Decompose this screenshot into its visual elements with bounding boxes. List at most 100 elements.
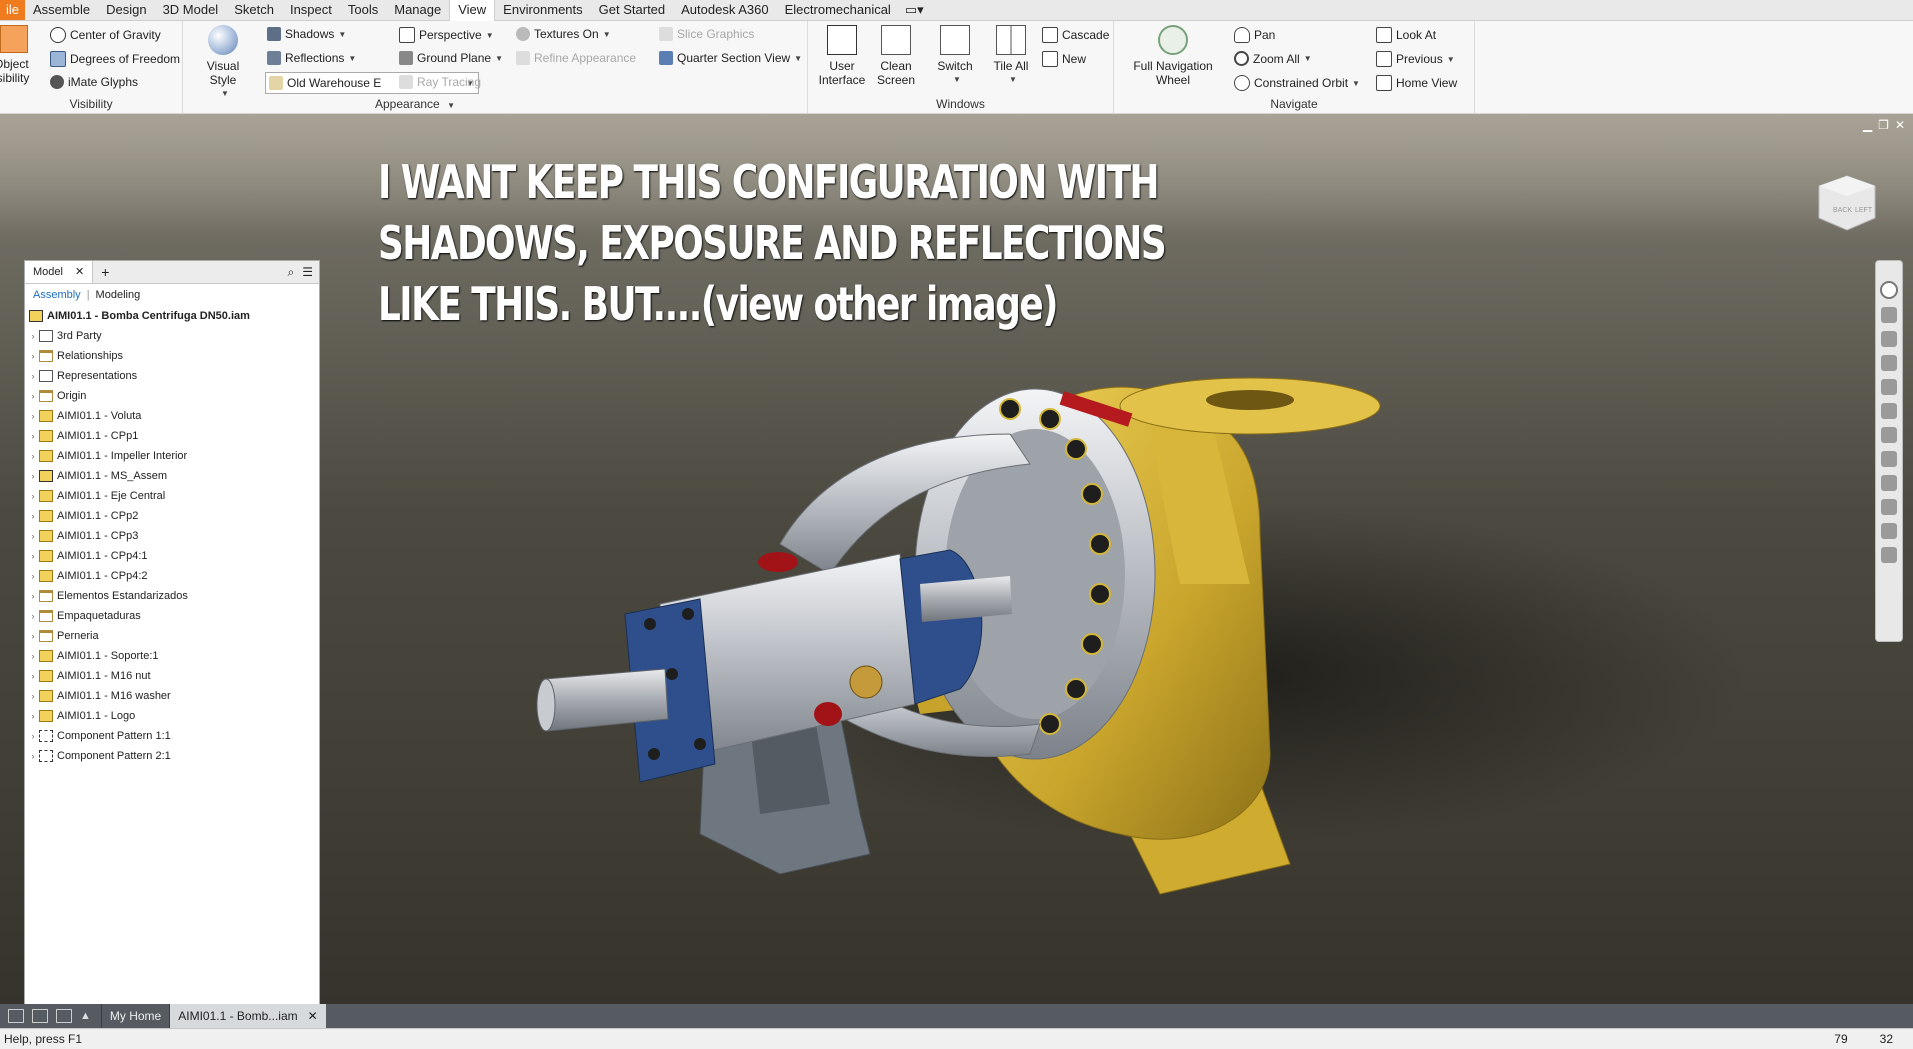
zoom-window-icon[interactable] xyxy=(1881,403,1897,419)
expand-chevron-icon[interactable]: › xyxy=(27,711,39,721)
tree-item[interactable]: › AIMI01.1 - CPp4:2 xyxy=(27,566,319,586)
zoom-all-button[interactable]: Zoom All ▼ xyxy=(1234,51,1312,66)
tree-item[interactable]: › AIMI01.1 - Eje Central xyxy=(27,486,319,506)
previous-view-button[interactable]: Previous ▼ xyxy=(1376,51,1455,67)
tree-item[interactable]: › Component Pattern 2:1 xyxy=(27,746,319,766)
menu-tab-manage[interactable]: Manage xyxy=(386,0,449,20)
menu-tab-view[interactable]: View xyxy=(449,0,496,21)
tree-item[interactable]: › AIMI01.1 - MS_Assem xyxy=(27,466,319,486)
perspective-button[interactable]: Perspective ▼ xyxy=(399,27,494,43)
expand-chevron-icon[interactable]: › xyxy=(27,371,39,381)
expand-chevron-icon[interactable]: › xyxy=(27,411,39,421)
expand-chevron-icon[interactable]: › xyxy=(27,591,39,601)
slice-graphics-button[interactable]: Slice Graphics xyxy=(659,27,754,41)
expand-chevron-icon[interactable]: › xyxy=(27,491,39,501)
pan-button[interactable]: Pan xyxy=(1234,27,1275,43)
ribbon-options-icon[interactable]: ▭▾ xyxy=(899,0,930,20)
expand-chevron-icon[interactable]: › xyxy=(27,731,39,741)
expand-chevron-icon[interactable]: › xyxy=(27,431,39,441)
new-window-button[interactable]: New xyxy=(1042,51,1086,67)
clean-screen-button[interactable]: Clean Screen xyxy=(872,25,920,87)
expand-chevron-icon[interactable]: › xyxy=(27,651,39,661)
tree-item[interactable]: › AIMI01.1 - M16 washer xyxy=(27,686,319,706)
menu-tab-autodesk-a360[interactable]: Autodesk A360 xyxy=(673,0,776,20)
menu-tab-inspect[interactable]: Inspect xyxy=(282,0,340,20)
expand-chevron-icon[interactable]: › xyxy=(27,331,39,341)
reflections-button[interactable]: Reflections ▼ xyxy=(267,51,356,65)
tree-item[interactable]: › 3rd Party xyxy=(27,326,319,346)
next-arrow-icon[interactable] xyxy=(1881,499,1897,515)
switch-button[interactable]: Switch ▼ xyxy=(930,25,980,87)
tree-item[interactable]: › AIMI01.1 - CPp4:1 xyxy=(27,546,319,566)
refine-appearance-button[interactable]: Refine Appearance xyxy=(516,51,636,65)
close-icon[interactable]: ✕ xyxy=(75,261,84,283)
object-visibility-button[interactable]: Object isibility xyxy=(0,25,36,85)
menu-tab-assemble[interactable]: Assemble xyxy=(25,0,98,20)
view-cube[interactable]: BACK LEFT xyxy=(1813,170,1881,234)
expand-chevron-icon[interactable]: › xyxy=(27,611,39,621)
subtab-modeling[interactable]: Modeling xyxy=(96,289,141,301)
tree-item[interactable]: › AIMI01.1 - M16 nut xyxy=(27,666,319,686)
search-icon[interactable]: ⌕ xyxy=(288,265,295,280)
tree-item[interactable]: › AIMI01.1 - CPp3 xyxy=(27,526,319,546)
tree-item[interactable]: › AIMI01.1 - CPp1 xyxy=(27,426,319,446)
zoom-selected-icon[interactable] xyxy=(1881,427,1897,443)
expand-chevron-icon[interactable]: › xyxy=(27,751,39,761)
doc-tab-home[interactable]: My Home xyxy=(100,1004,169,1028)
expand-chevron-icon[interactable]: › xyxy=(27,551,39,561)
ground-plane-button[interactable]: Ground Plane ▼ xyxy=(399,51,503,65)
tile-view-icon[interactable] xyxy=(8,1009,24,1023)
menu-tab-electromechanical[interactable]: Electromechanical xyxy=(777,0,899,20)
graphics-viewport[interactable]: ▁ ❐ ✕ I WANT KEEP THIS CONFIGURATION WIT… xyxy=(0,114,1913,1004)
tree-item[interactable]: › AIMI01.1 - Logo xyxy=(27,706,319,726)
tree-item[interactable]: › AIMI01.1 - Soporte:1 xyxy=(27,646,319,666)
expand-chevron-icon[interactable]: › xyxy=(27,631,39,641)
list-view-icon[interactable] xyxy=(32,1009,48,1023)
menu-tab-sketch[interactable]: Sketch xyxy=(226,0,282,20)
expand-chevron-icon[interactable]: › xyxy=(27,671,39,681)
tab-menu-icon[interactable]: ▲ xyxy=(80,1010,91,1022)
tree-item[interactable]: › AIMI01.1 - Impeller Interior xyxy=(27,446,319,466)
expand-chevron-icon[interactable]: › xyxy=(27,531,39,541)
degrees-of-freedom-button[interactable]: Degrees of Freedom xyxy=(50,51,180,67)
previous-arrow-icon[interactable] xyxy=(1881,475,1897,491)
orbit-icon-nav[interactable] xyxy=(1881,355,1897,371)
tree-root[interactable]: AIMI01.1 - Bomba Centrifuga DN50.iam xyxy=(27,306,319,326)
tree-item[interactable]: › Elementos Estandarizados xyxy=(27,586,319,606)
menu-icon[interactable]: ☰ xyxy=(302,265,313,280)
center-icon[interactable] xyxy=(1881,547,1897,563)
menu-tab-environments[interactable]: Environments xyxy=(495,0,590,20)
home-view-button[interactable]: Home View xyxy=(1376,75,1457,91)
tree-item[interactable]: › Relationships xyxy=(27,346,319,366)
split-view-icon[interactable] xyxy=(56,1009,72,1023)
menu-tab-design[interactable]: Design xyxy=(98,0,154,20)
menu-tab-get-started[interactable]: Get Started xyxy=(591,0,673,20)
imate-glyphs-button[interactable]: iMate Glyphs xyxy=(50,75,138,89)
look-icon[interactable] xyxy=(1881,523,1897,539)
look-at-button[interactable]: Look At xyxy=(1376,27,1436,43)
menu-tab-ile[interactable]: ile xyxy=(0,0,26,20)
browser-tab-model[interactable]: Model ✕ xyxy=(25,261,94,283)
subtab-assembly[interactable]: Assembly xyxy=(33,289,81,301)
add-tab-icon[interactable]: + xyxy=(101,264,109,280)
look-at-icon-nav[interactable] xyxy=(1881,379,1897,395)
menu-tab-3d-model[interactable]: 3D Model xyxy=(155,0,227,20)
expand-chevron-icon[interactable]: › xyxy=(27,571,39,581)
expand-chevron-icon[interactable]: › xyxy=(27,391,39,401)
ray-tracing-button[interactable]: Ray Tracing xyxy=(399,75,481,89)
expand-chevron-icon[interactable]: › xyxy=(27,471,39,481)
visual-style-button[interactable]: Visual Style ▼ xyxy=(193,25,253,101)
tree-item[interactable]: › Component Pattern 1:1 xyxy=(27,726,319,746)
tree-item[interactable]: › Representations xyxy=(27,366,319,386)
cascade-button[interactable]: Cascade xyxy=(1042,27,1109,43)
steering-wheel-icon[interactable] xyxy=(1880,281,1898,299)
expand-chevron-icon[interactable]: › xyxy=(27,351,39,361)
shadows-button[interactable]: Shadows ▼ xyxy=(267,27,346,41)
tree-item[interactable]: › AIMI01.1 - Voluta xyxy=(27,406,319,426)
textures-on-button[interactable]: Textures On ▼ xyxy=(516,27,611,41)
constrained-orbit-button[interactable]: Constrained Orbit ▼ xyxy=(1234,75,1360,91)
center-of-gravity-button[interactable]: Center of Gravity xyxy=(50,27,161,43)
appearance-expand-icon[interactable]: ▼ xyxy=(447,101,455,110)
expand-chevron-icon[interactable]: › xyxy=(27,691,39,701)
full-navigation-wheel-button[interactable]: Full Navigation Wheel xyxy=(1122,25,1224,87)
